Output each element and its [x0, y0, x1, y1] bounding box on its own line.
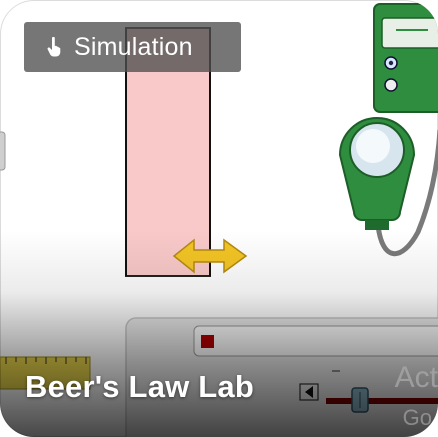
side-handle	[0, 131, 6, 171]
activation-watermark-line2: Go	[402, 405, 432, 430]
solution-color-swatch	[201, 335, 214, 348]
badge-label: Simulation	[74, 32, 193, 61]
pointing-hand-icon	[38, 37, 70, 57]
detector-meter	[373, 3, 438, 113]
card-title[interactable]: Beer's Law Lab	[25, 369, 254, 405]
simulation-badge: Simulation	[24, 22, 241, 72]
solution-dropdown	[193, 325, 438, 357]
slider-track	[326, 398, 438, 404]
activation-watermark-line1: Act	[394, 361, 438, 394]
light-probe	[338, 117, 416, 230]
simulation-card[interactable]: Simulation Act Go Beer's Law Lab	[0, 0, 438, 437]
